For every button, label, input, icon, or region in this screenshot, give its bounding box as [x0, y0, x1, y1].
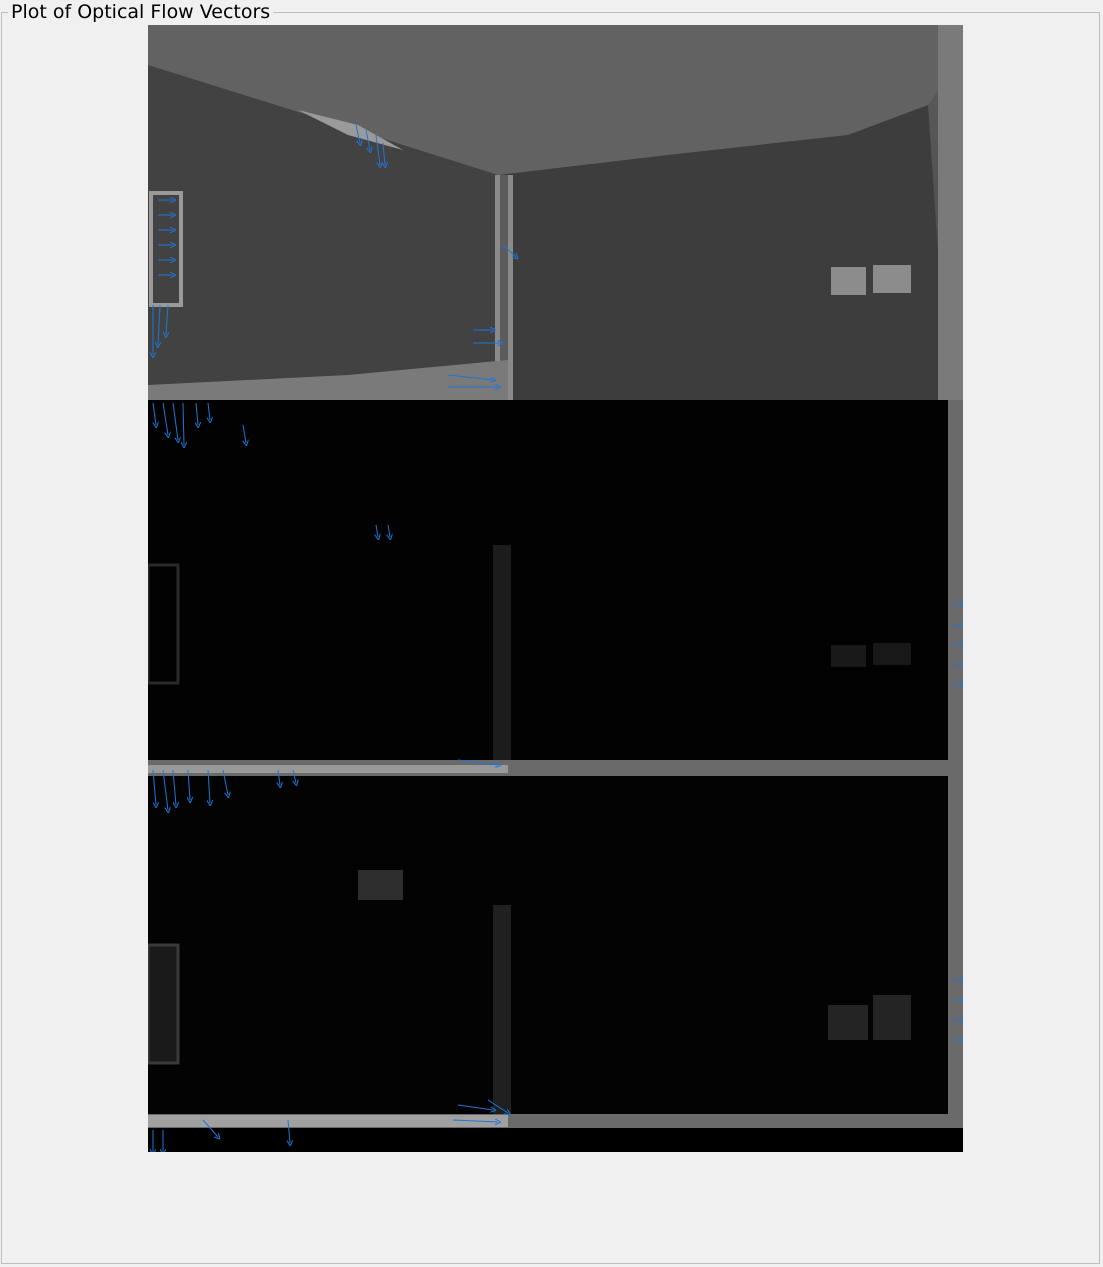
optical-flow-axes[interactable]	[148, 25, 963, 1152]
frame-1-image	[148, 25, 963, 400]
optical-flow-plot	[148, 25, 963, 1152]
frame-2-image	[148, 400, 963, 776]
frame-3-image	[148, 776, 963, 1152]
panel-title: Plot of Optical Flow Vectors	[8, 1, 274, 23]
